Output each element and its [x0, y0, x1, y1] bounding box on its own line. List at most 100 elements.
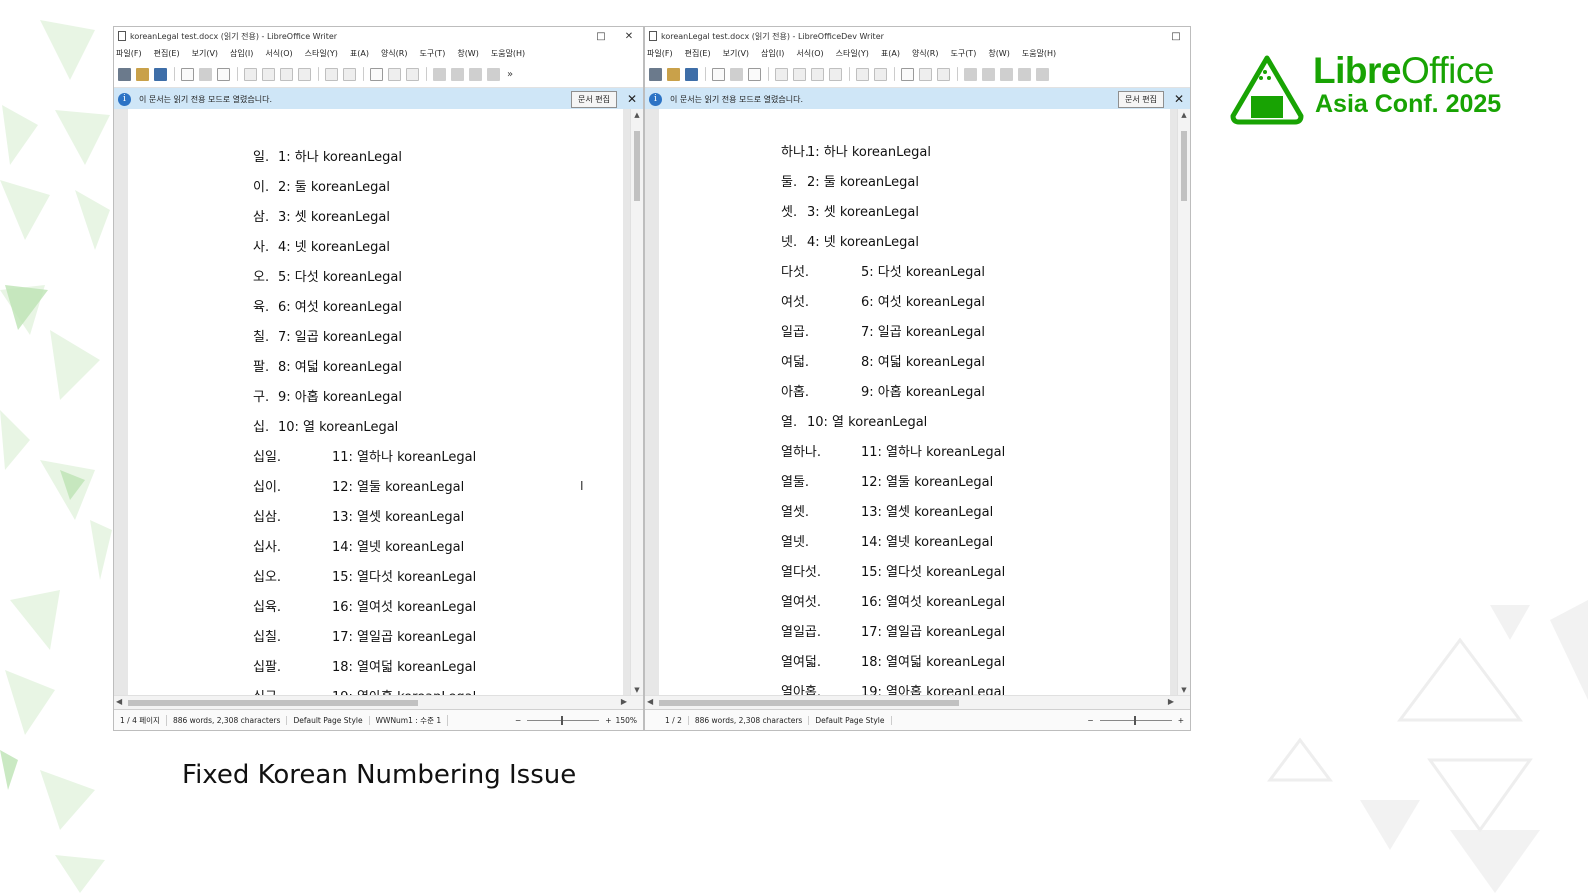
edit-document-button[interactable]: 문서 편집 — [570, 90, 617, 108]
print-icon[interactable] — [730, 67, 743, 81]
page-count[interactable]: 1 / 4 페이지 — [114, 714, 167, 726]
scroll-up-icon[interactable]: ▲ — [1178, 111, 1190, 119]
menu-item[interactable]: 도구(T) — [419, 48, 445, 59]
menu-item[interactable]: 양식(R) — [381, 48, 408, 59]
scroll-left-icon[interactable]: ◀ — [116, 697, 122, 706]
insert-field-icon[interactable] — [1036, 67, 1049, 81]
page-count[interactable]: 1 / 2 — [645, 715, 689, 725]
paste-icon[interactable] — [280, 67, 293, 81]
print-preview-icon[interactable] — [748, 67, 761, 81]
close-infobar-icon[interactable]: ✕ — [1174, 92, 1184, 106]
zoom-out-icon[interactable]: − — [515, 716, 521, 725]
zoom-slider[interactable] — [527, 715, 600, 725]
find-replace-icon[interactable] — [370, 67, 383, 81]
paste-icon[interactable] — [811, 67, 824, 81]
insert-table-icon[interactable] — [433, 67, 446, 81]
menu-item[interactable]: 파일(F) — [116, 48, 142, 59]
spelling-icon[interactable] — [919, 67, 932, 81]
formatting-marks-icon[interactable] — [937, 67, 950, 81]
open-folder-icon[interactable] — [667, 67, 680, 81]
word-count[interactable]: 886 words, 2,308 characters — [689, 715, 810, 725]
open-folder-icon[interactable] — [136, 67, 149, 81]
vertical-scrollbar[interactable]: ▲ ▼ — [630, 109, 643, 696]
document-page[interactable]: 하나. 1: 하나 koreanLegal 둘. 2: 둘 koreanLegal 셋.… — [659, 109, 1170, 700]
insert-textbox-icon[interactable] — [1018, 67, 1031, 81]
menu-item[interactable]: 편집(E) — [685, 48, 711, 59]
toolbar-overflow-icon[interactable]: » — [507, 69, 513, 80]
page-style[interactable]: Default Page Style — [809, 715, 892, 725]
print-preview-icon[interactable] — [217, 67, 230, 81]
scroll-right-icon[interactable]: ▶ — [621, 697, 627, 706]
zoom-out-icon[interactable]: − — [1087, 716, 1093, 725]
find-replace-icon[interactable] — [901, 67, 914, 81]
word-count[interactable]: 886 words, 2,308 characters — [167, 715, 288, 725]
clone-formatting-icon[interactable] — [829, 67, 842, 81]
cut-icon[interactable] — [775, 67, 788, 81]
redo-icon[interactable] — [874, 67, 887, 81]
scroll-down-icon[interactable]: ▼ — [1178, 686, 1190, 694]
menu-item[interactable]: 보기(V) — [192, 48, 218, 59]
close-infobar-icon[interactable]: ✕ — [627, 92, 637, 106]
scroll-thumb[interactable] — [1181, 131, 1187, 201]
menu-item[interactable]: 양식(R) — [912, 48, 939, 59]
menu-item[interactable]: 도움말(H) — [491, 48, 525, 59]
menu-item[interactable]: 서식(O) — [796, 48, 823, 59]
menu-item[interactable]: 스타일(Y) — [836, 48, 869, 59]
menu-item[interactable]: 도움말(H) — [1022, 48, 1056, 59]
zoom-control[interactable]: − + — [1087, 715, 1190, 725]
scroll-left-icon[interactable]: ◀ — [647, 697, 653, 706]
insert-textbox-icon[interactable] — [487, 67, 500, 81]
horizontal-scrollbar[interactable]: ◀ ▶ — [645, 695, 1190, 710]
redo-icon[interactable] — [343, 67, 356, 81]
print-icon[interactable] — [199, 67, 212, 81]
undo-icon[interactable] — [325, 67, 338, 81]
vertical-scrollbar[interactable]: ▲ ▼ — [1177, 109, 1190, 696]
spelling-icon[interactable] — [388, 67, 401, 81]
menu-item[interactable]: 도구(T) — [950, 48, 976, 59]
zoom-slider[interactable] — [1099, 715, 1172, 725]
insert-image-icon[interactable] — [982, 67, 995, 81]
new-document-icon[interactable] — [649, 67, 662, 81]
zoom-in-icon[interactable]: + — [605, 716, 615, 725]
menu-item[interactable]: 창(W) — [988, 48, 1010, 59]
clone-formatting-icon[interactable] — [298, 67, 311, 81]
zoom-control[interactable]: − + 150% — [515, 715, 643, 725]
menu-item[interactable]: 표(A) — [881, 48, 900, 59]
insert-chart-icon[interactable] — [469, 67, 482, 81]
page-style[interactable]: Default Page Style — [287, 715, 370, 725]
formatting-marks-icon[interactable] — [406, 67, 419, 81]
document-page[interactable]: 일. 1: 하나 koreanLegal 이. 2: 둘 koreanLegal 삼. 3… — [128, 109, 623, 705]
insert-image-icon[interactable] — [451, 67, 464, 81]
insert-chart-icon[interactable] — [1000, 67, 1013, 81]
close-window-button[interactable]: ✕ — [615, 31, 643, 42]
scroll-right-icon[interactable]: ▶ — [1168, 697, 1174, 706]
scroll-thumb[interactable] — [634, 131, 640, 201]
menu-item[interactable]: 편집(E) — [154, 48, 180, 59]
scroll-down-icon[interactable]: ▼ — [631, 686, 643, 694]
insert-table-icon[interactable] — [964, 67, 977, 81]
menu-item[interactable]: 창(W) — [457, 48, 479, 59]
h-scroll-thumb[interactable] — [659, 700, 959, 706]
menu-item[interactable]: 삽입(I) — [230, 48, 253, 59]
maximize-button[interactable]: □ — [587, 31, 615, 42]
save-icon[interactable] — [154, 67, 167, 81]
new-document-icon[interactable] — [118, 67, 131, 81]
menu-item[interactable]: 서식(O) — [265, 48, 292, 59]
h-scroll-thumb[interactable] — [128, 700, 418, 706]
export-pdf-icon[interactable] — [712, 67, 725, 81]
horizontal-scrollbar[interactable]: ◀ ▶ — [114, 695, 643, 710]
menu-item[interactable]: 표(A) — [350, 48, 369, 59]
save-icon[interactable] — [685, 67, 698, 81]
menu-item[interactable]: 보기(V) — [723, 48, 749, 59]
cut-icon[interactable] — [244, 67, 257, 81]
scroll-up-icon[interactable]: ▲ — [631, 111, 643, 119]
undo-icon[interactable] — [856, 67, 869, 81]
edit-document-button[interactable]: 문서 편집 — [1117, 90, 1164, 108]
export-pdf-icon[interactable] — [181, 67, 194, 81]
menu-item[interactable]: 삽입(I) — [761, 48, 784, 59]
menu-item[interactable]: 스타일(Y) — [305, 48, 338, 59]
copy-icon[interactable] — [262, 67, 275, 81]
zoom-in-icon[interactable]: + — [1178, 716, 1184, 725]
zoom-level[interactable]: 150% — [616, 716, 637, 725]
copy-icon[interactable] — [793, 67, 806, 81]
